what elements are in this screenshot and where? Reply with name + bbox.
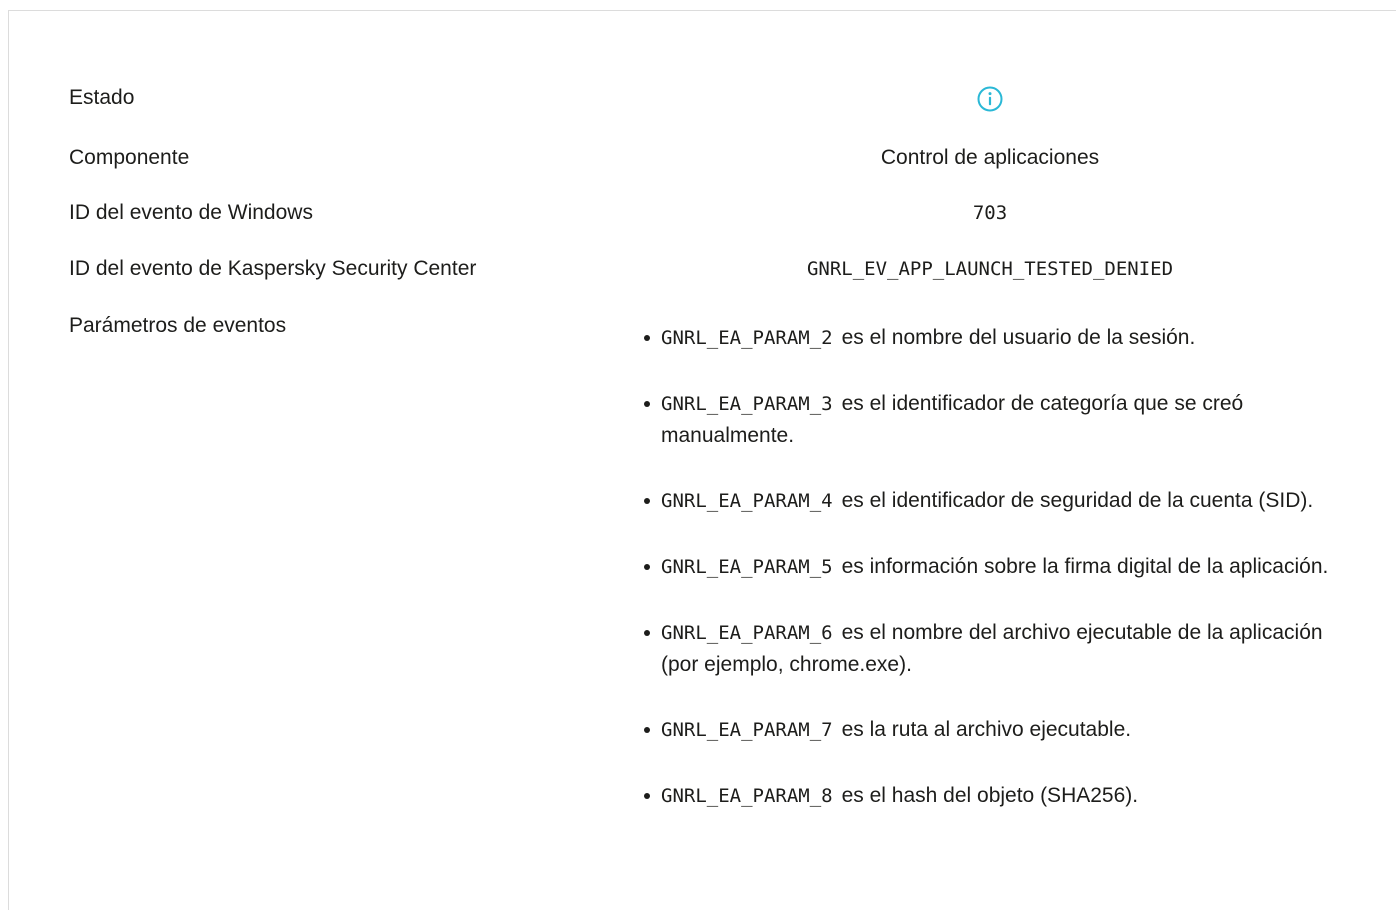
param-description: es el identificador de seguridad de la c… (841, 489, 1314, 512)
list-item: GNRL_EA_PARAM_4 es el identificador de se… (632, 485, 1342, 517)
list-item: GNRL_EA_PARAM_8 es el hash del objeto (SH… (632, 780, 1342, 812)
param-description: es el hash del objeto (SHA256). (841, 784, 1139, 807)
param-code: GNRL_EA_PARAM_7 (661, 719, 833, 741)
component-label: Componente (69, 146, 190, 169)
windows-event-id-value: 703 (972, 202, 1008, 224)
param-code: GNRL_EA_PARAM_4 (661, 490, 833, 512)
list-item: GNRL_EA_PARAM_6 es el nombre del archivo … (632, 617, 1342, 680)
param-code: GNRL_EA_PARAM_8 (661, 785, 833, 807)
info-circle-icon (975, 84, 1005, 114)
status-label: Estado (69, 86, 135, 109)
list-item: GNRL_EA_PARAM_7 es la ruta al archivo eje… (632, 714, 1342, 746)
list-item: GNRL_EA_PARAM_5 es información sobre la f… (632, 551, 1342, 583)
event-params-label: Parámetros de eventos (69, 314, 287, 337)
component-value: Control de aplicaciones (880, 146, 1100, 169)
param-code: GNRL_EA_PARAM_5 (661, 556, 833, 578)
param-code: GNRL_EA_PARAM_6 (661, 622, 833, 644)
param-code: GNRL_EA_PARAM_2 (661, 327, 833, 349)
param-code: GNRL_EA_PARAM_3 (661, 393, 833, 415)
list-item: GNRL_EA_PARAM_2 es el nombre del usuario … (632, 322, 1342, 354)
windows-event-id-label: ID del evento de Windows (69, 201, 313, 224)
ksc-event-id-label: ID del evento de Kaspersky Security Cent… (69, 257, 477, 280)
param-description: es información sobre la firma digital de… (841, 555, 1329, 578)
ksc-event-id-value: GNRL_EV_APP_LAUNCH_TESTED_DENIED (806, 258, 1174, 280)
param-description: es el nombre del usuario de la sesión. (841, 326, 1196, 349)
param-description: es la ruta al archivo ejecutable. (841, 718, 1132, 741)
event-params-list: GNRL_EA_PARAM_2 es el nombre del usuario … (632, 322, 1342, 846)
list-item: GNRL_EA_PARAM_3 es el identificador de ca… (632, 388, 1342, 451)
status-value (640, 84, 1340, 114)
